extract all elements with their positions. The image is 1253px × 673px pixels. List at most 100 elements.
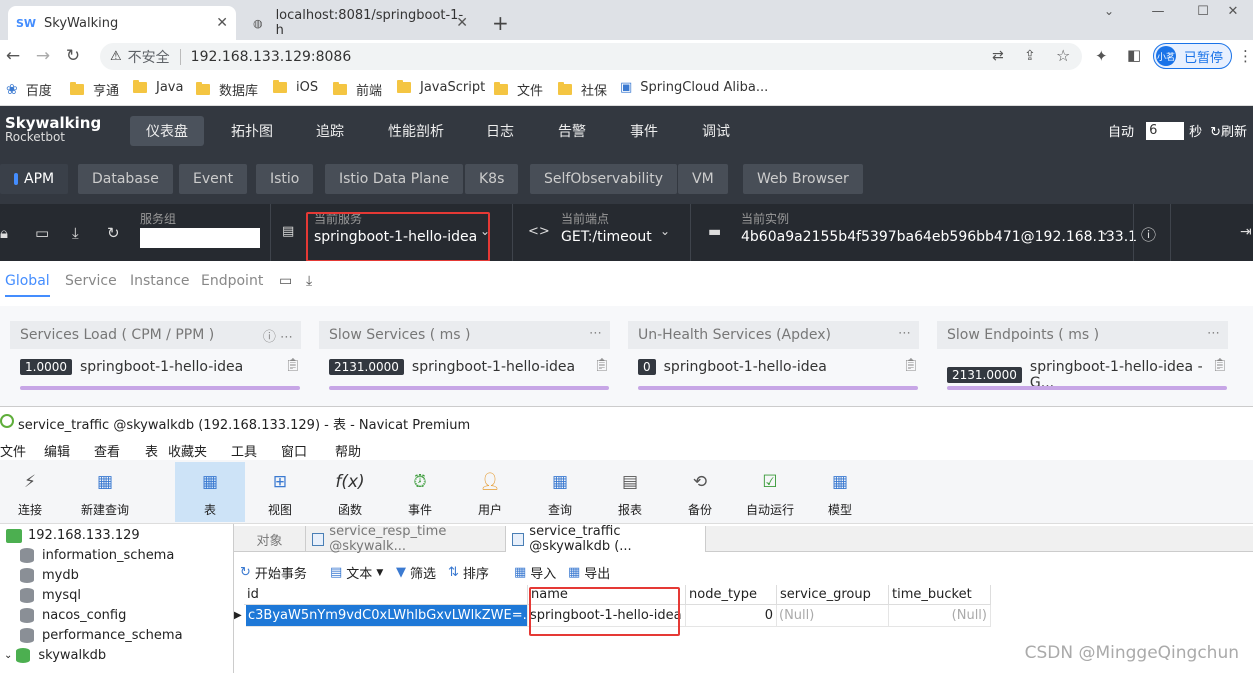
- chevron-down-icon[interactable]: ⌄: [4, 650, 12, 661]
- cell-service-group[interactable]: (Null): [777, 605, 889, 627]
- cell-node-type[interactable]: 0: [686, 605, 777, 627]
- layer-tab-event[interactable]: Event: [179, 164, 248, 194]
- function-button[interactable]: f(x) 函数: [315, 462, 385, 522]
- folder-icon[interactable]: ▭: [279, 273, 292, 289]
- table-button[interactable]: ▦ 表: [175, 462, 245, 522]
- export-button[interactable]: ▦ 导出: [568, 563, 610, 582]
- share-icon[interactable]: ⇪: [1024, 48, 1036, 64]
- menu-edit[interactable]: 编辑: [44, 441, 70, 460]
- chevron-down-icon[interactable]: ⌄: [1100, 224, 1110, 238]
- lock-icon[interactable]: ▤: [282, 224, 294, 239]
- column-header-node-type[interactable]: node_type: [686, 585, 777, 605]
- tree-db[interactable]: performance_schema: [20, 628, 183, 643]
- back-icon[interactable]: ←: [2, 45, 24, 67]
- chevron-down-icon[interactable]: ⌄: [1086, 0, 1132, 22]
- clipboard-icon[interactable]: 📋︎: [593, 358, 610, 373]
- nav-dashboard[interactable]: 仪表盘: [130, 116, 204, 146]
- begin-transaction-button[interactable]: ↻ 开始事务: [240, 563, 307, 582]
- tab-service-traffic[interactable]: service_traffic @skywalkdb (...: [506, 524, 706, 554]
- menu-file[interactable]: 文件: [0, 441, 26, 460]
- layer-tab-istio-dataplane[interactable]: Istio Data Plane: [325, 164, 464, 194]
- exit-icon[interactable]: ⇥: [1240, 224, 1252, 240]
- menu-view[interactable]: 查看: [94, 441, 120, 460]
- filter-button[interactable]: ▼ 筛选: [396, 563, 436, 582]
- card-menu[interactable]: ⋯: [898, 326, 911, 341]
- bookmark-item[interactable]: iOS: [273, 80, 318, 95]
- layer-tab-webbrowser[interactable]: Web Browser: [743, 164, 863, 194]
- service-name[interactable]: springboot-1-hello-idea: [80, 359, 243, 375]
- nav-alarm[interactable]: 告警: [542, 116, 602, 146]
- current-endpoint-select[interactable]: 当前端点 GET:/timeout: [561, 212, 652, 246]
- translate-icon[interactable]: ⇄: [992, 48, 1004, 64]
- menu-tools[interactable]: 工具: [231, 441, 257, 460]
- tree-db[interactable]: mysql: [20, 588, 81, 603]
- menu-help[interactable]: 帮助: [335, 441, 361, 460]
- reload-icon[interactable]: ↻: [62, 45, 84, 67]
- dashboard-tab-global[interactable]: Global: [5, 273, 50, 297]
- bookmark-item[interactable]: JavaScript: [397, 80, 485, 95]
- backup-button[interactable]: ⟲ 备份: [665, 462, 735, 522]
- bookmark-star-icon[interactable]: ☆: [1056, 46, 1070, 65]
- bookmark-item[interactable]: 前端: [333, 80, 382, 99]
- layer-tab-apm[interactable]: APM: [0, 164, 69, 194]
- connect-button[interactable]: ⚡ 连接: [0, 462, 65, 522]
- tab-service-resp-time[interactable]: service_resp_time @skywalk...: [306, 524, 506, 554]
- automation-button[interactable]: ☑ 自动运行: [735, 462, 805, 522]
- bookmark-item[interactable]: 社保: [558, 80, 607, 99]
- chevron-down-icon[interactable]: ⌄: [660, 224, 670, 238]
- dashboard-tab-endpoint[interactable]: Endpoint: [201, 273, 263, 289]
- close-window-button[interactable]: ✕: [1210, 0, 1253, 22]
- cell-time-bucket[interactable]: (Null): [889, 605, 991, 627]
- profile-button[interactable]: 小茗 已暂停: [1153, 43, 1233, 69]
- query-button[interactable]: ▦ 查询: [525, 462, 595, 522]
- clipboard-icon[interactable]: 📋︎: [902, 358, 919, 373]
- service-group-select[interactable]: 服务组: [140, 212, 260, 248]
- browser-tab-skywalking[interactable]: SW SkyWalking ✕: [8, 6, 236, 40]
- text-button[interactable]: ▤ 文本 ▼: [330, 563, 383, 582]
- refresh-interval-input[interactable]: 6: [1146, 121, 1185, 140]
- user-button[interactable]: 👤︎ 用户: [455, 462, 525, 522]
- nav-topology[interactable]: 拓扑图: [215, 116, 289, 146]
- folder-open-icon[interactable]: ▭: [35, 224, 49, 242]
- tab-objects[interactable]: 对象: [234, 526, 306, 552]
- nav-debug[interactable]: 调试: [686, 116, 746, 146]
- current-instance-select[interactable]: 当前实例 4b60a9a2155b4f5397ba64eb596bb471@19…: [741, 212, 1137, 246]
- bookmark-item[interactable]: 数据库: [196, 80, 258, 99]
- service-name[interactable]: springboot-1-hello-idea: [412, 359, 575, 375]
- nav-trace[interactable]: 追踪: [300, 116, 360, 146]
- layer-tab-k8s[interactable]: K8s: [465, 164, 519, 194]
- service-group-input[interactable]: [140, 228, 260, 248]
- dashboard-tab-service[interactable]: Service: [65, 273, 117, 289]
- nav-logs[interactable]: 日志: [470, 116, 530, 146]
- reload-icon[interactable]: ↻: [107, 224, 120, 242]
- card-menu[interactable]: ⋯: [1207, 326, 1220, 341]
- menu-window[interactable]: 窗口: [281, 441, 307, 460]
- column-header-time-bucket[interactable]: time_bucket: [889, 585, 991, 605]
- download-icon[interactable]: ⤓: [72, 224, 79, 242]
- service-name[interactable]: springboot-1-hello-idea: [664, 359, 827, 375]
- browser-tab-localhost[interactable]: ◍ localhost:8081/springboot-1-h ✕: [240, 6, 476, 40]
- extensions-icon[interactable]: ✦: [1095, 47, 1108, 65]
- column-header-id[interactable]: id: [244, 585, 528, 605]
- nav-events[interactable]: 事件: [614, 116, 674, 146]
- minimize-button[interactable]: —: [1135, 0, 1181, 22]
- menu-favorites[interactable]: 收藏夹: [168, 441, 207, 460]
- import-button[interactable]: ▦ 导入: [514, 563, 556, 582]
- sort-button[interactable]: ⇅ 排序: [448, 563, 489, 582]
- tree-db[interactable]: information_schema: [20, 548, 174, 563]
- close-icon[interactable]: ✕: [216, 15, 228, 31]
- sidepanel-icon[interactable]: ◧: [1127, 46, 1141, 64]
- refresh-button[interactable]: ↻刷新: [1210, 121, 1247, 140]
- menu-icon[interactable]: ⋮: [1238, 47, 1253, 65]
- tree-db[interactable]: mydb: [20, 568, 79, 583]
- clipboard-icon[interactable]: 📋︎: [284, 358, 301, 373]
- dashboard-tab-instance[interactable]: Instance: [130, 273, 190, 289]
- bookmark-item[interactable]: ❀ 百度: [6, 80, 52, 100]
- nav-profiling[interactable]: 性能剖析: [372, 116, 460, 146]
- card-menu[interactable]: ⋯: [589, 326, 602, 341]
- layer-tab-vm[interactable]: VM: [678, 164, 728, 194]
- layer-tab-istio[interactable]: Istio: [256, 164, 314, 194]
- bookmark-item[interactable]: 文件: [494, 80, 543, 99]
- tree-db-skywalkdb[interactable]: ⌄ skywalkdb: [4, 648, 106, 663]
- info-icon[interactable]: ⓘ: [1141, 224, 1156, 245]
